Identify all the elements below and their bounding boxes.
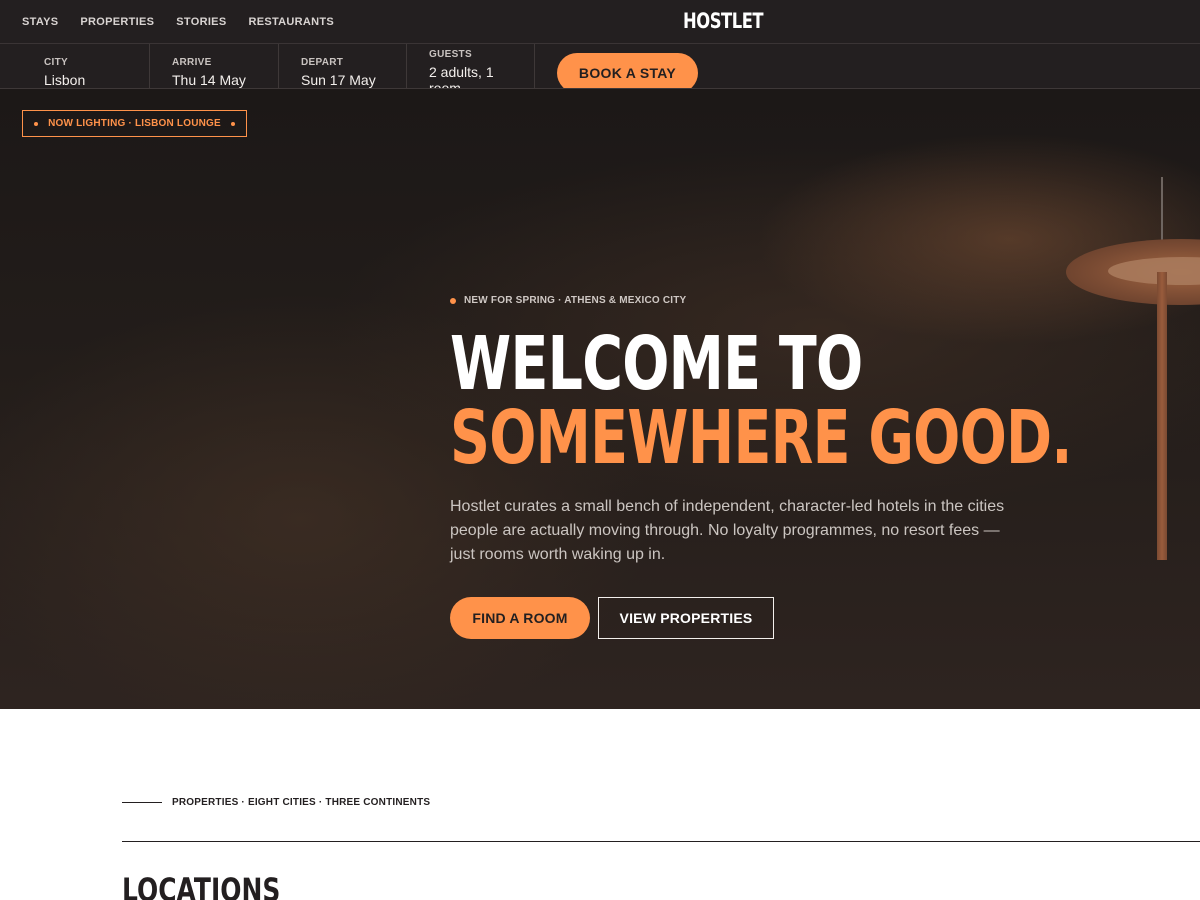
city-value: Lisbon (44, 72, 86, 88)
depart-field[interactable]: DEPART Sun 17 May (279, 44, 407, 88)
guests-value: 2 adults, 1 room (429, 64, 494, 89)
live-tag-text: NOW LIGHTING · LISBON LOUNGE (48, 118, 221, 129)
nav-link-stays[interactable]: STAYS (22, 16, 58, 28)
depart-label: DEPART (301, 57, 344, 68)
headline-line-1: WELCOME TO (450, 321, 863, 407)
arrive-label: ARRIVE (172, 57, 212, 68)
site-logo[interactable]: HOSTLET (683, 9, 764, 33)
guests-field[interactable]: GUESTS 2 adults, 1 room (407, 44, 535, 89)
city-label: CITY (44, 57, 68, 68)
top-nav: STAYS PROPERTIES STORIES RESTAURANTS HOS… (0, 0, 1200, 44)
arrive-field[interactable]: ARRIVE Thu 14 May (150, 44, 279, 88)
hero-lede: Hostlet curates a small bench of indepen… (450, 498, 1005, 563)
booking-bar: CITY Lisbon ARRIVE Thu 14 May DEPART Sun… (0, 44, 1200, 89)
view-properties-button[interactable]: VIEW PROPERTIES (598, 597, 774, 639)
live-tag: NOW LIGHTING · LISBON LOUNGE (22, 110, 247, 137)
kicker-text: PROPERTIES · EIGHT CITIES · THREE CONTIN… (172, 797, 431, 808)
locations-kicker: PROPERTIES · EIGHT CITIES · THREE CONTIN… (122, 797, 430, 808)
city-field[interactable]: CITY Lisbon (22, 44, 150, 88)
book-a-stay-button[interactable]: BOOK A STAY (557, 53, 698, 88)
nav-link-stories[interactable]: STORIES (176, 16, 226, 28)
hero: NOW LIGHTING · LISBON LOUNGE NEW FOR SPR… (0, 89, 1200, 709)
headline-line-2: SOMEWHERE GOOD. (450, 395, 1072, 481)
lamp-pole (1157, 272, 1167, 560)
kicker-divider (122, 802, 162, 803)
bullet-icon (230, 121, 235, 126)
bullet-icon (450, 297, 456, 304)
depart-value: Sun 17 May (301, 72, 376, 88)
lamp-cord (1161, 177, 1163, 243)
guests-label: GUESTS (429, 49, 472, 60)
hero-eyebrow: NEW FOR SPRING · ATHENS & MEXICO CITY (450, 295, 686, 306)
arrive-value: Thu 14 May (172, 72, 246, 88)
locations-title: LOCATIONS (122, 871, 281, 900)
primary-nav: STAYS PROPERTIES STORIES RESTAURANTS (22, 0, 334, 44)
find-a-room-button[interactable]: FIND A ROOM (450, 597, 590, 639)
section-divider (122, 841, 1200, 842)
hero-headline: WELCOME TO SOMEWHERE GOOD. (450, 327, 1072, 475)
nav-link-restaurants[interactable]: RESTAURANTS (248, 16, 334, 28)
nav-link-properties[interactable]: PROPERTIES (80, 16, 154, 28)
bullet-icon (34, 121, 39, 126)
eyebrow-text: NEW FOR SPRING · ATHENS & MEXICO CITY (464, 295, 687, 306)
